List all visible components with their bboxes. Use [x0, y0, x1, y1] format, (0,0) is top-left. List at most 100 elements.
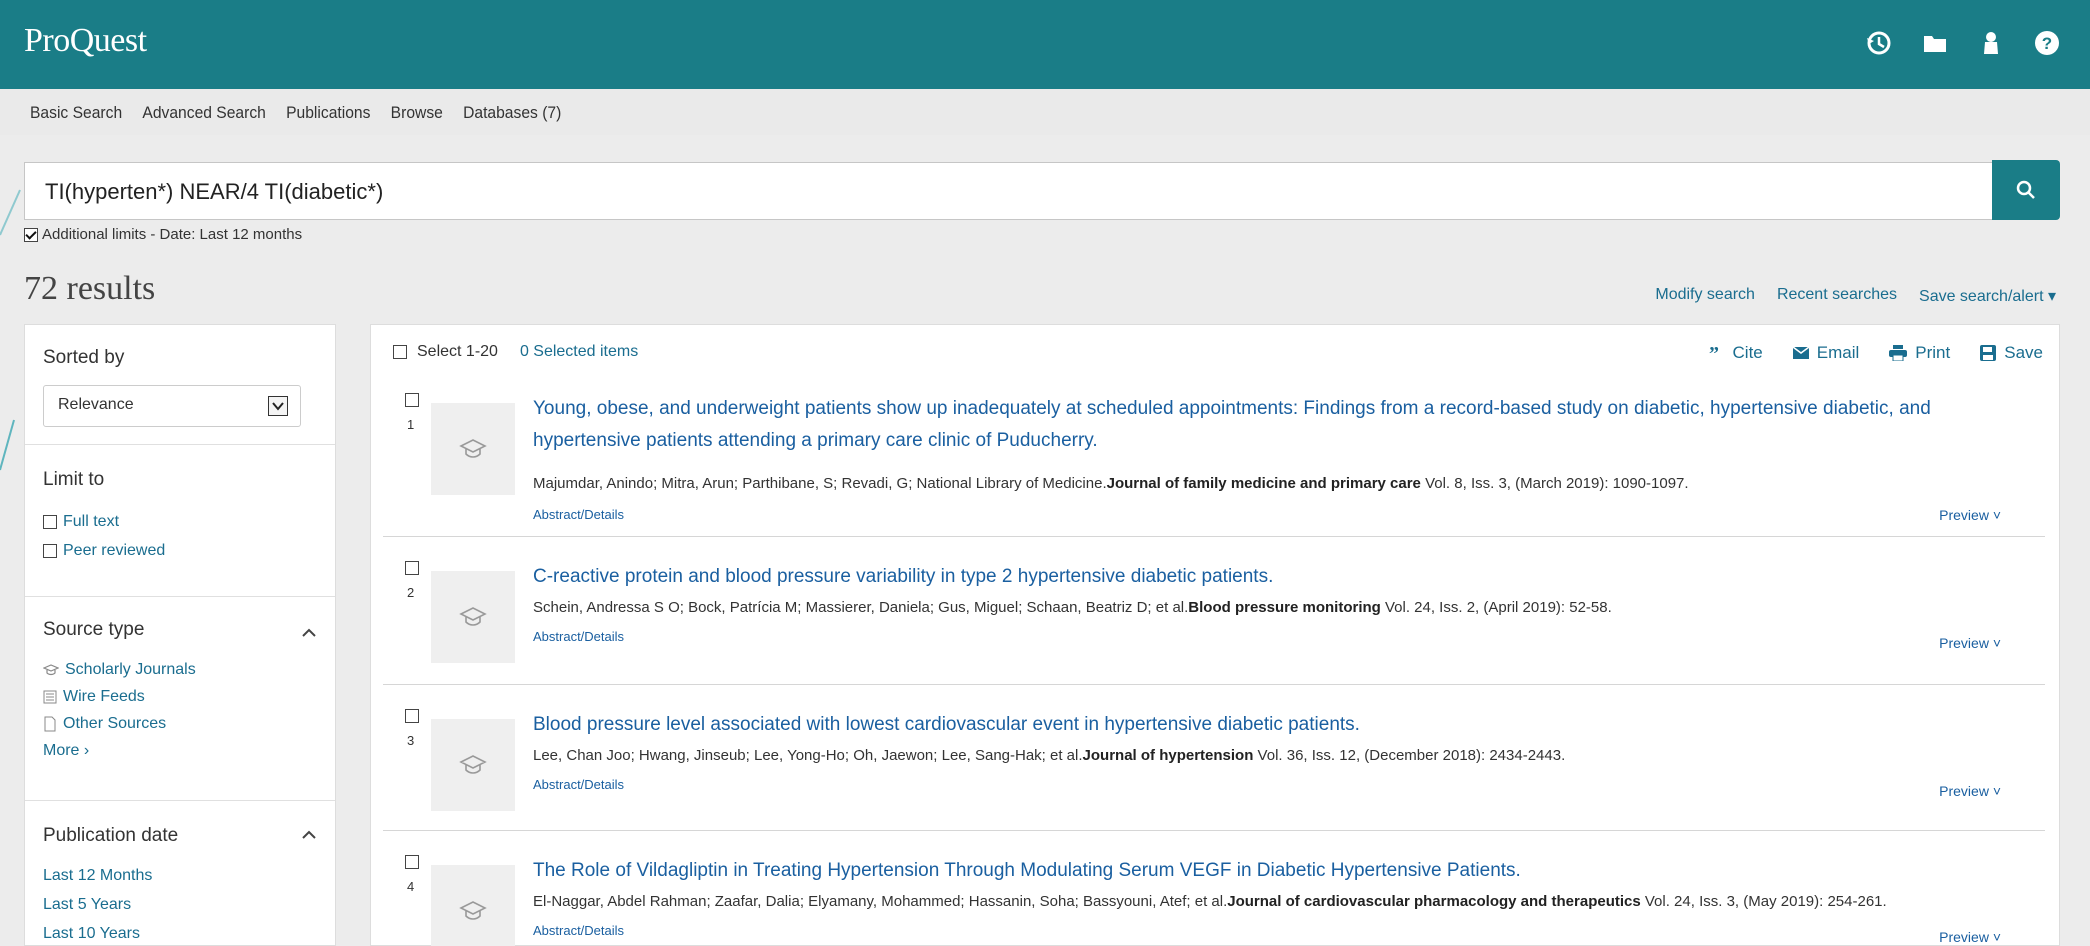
source-scholarly-journals[interactable]: Scholarly Journals — [43, 661, 317, 679]
peer-reviewed-label: Peer reviewed — [63, 542, 166, 559]
result-authors: Lee, Chan Joo; Hwang, Jinseub; Lee, Yong… — [533, 747, 1083, 764]
email-button[interactable]: Email — [1792, 343, 1860, 363]
abstract-details-link[interactable]: Abstract/Details — [533, 777, 624, 792]
result-details: Vol. 24, Iss. 2, (April 2019): 52-58. — [1380, 599, 1612, 616]
peer-reviewed-filter[interactable]: Peer reviewed — [43, 542, 317, 560]
email-label: Email — [1816, 343, 1860, 362]
result-citation: Schein, Andressa S O; Bock, Patrícia M; … — [533, 599, 1612, 616]
result-journal[interactable]: Journal of hypertension — [1083, 747, 1254, 764]
result-item: 2 C-reactive protein and blood pressure … — [383, 561, 2045, 685]
select-bar: Select 1-20 0 Selected items — [393, 343, 638, 361]
more-sources-link[interactable]: More › — [43, 742, 317, 760]
nav-publications[interactable]: Publications — [286, 103, 370, 123]
source-other-sources[interactable]: Other Sources — [43, 715, 317, 733]
history-icon[interactable] — [1864, 28, 1894, 58]
proquest-logo[interactable]: ProQuest — [24, 22, 147, 60]
collapse-caret-icon[interactable] — [301, 827, 317, 845]
date-last-5-years[interactable]: Last 5 Years — [43, 896, 317, 914]
result-title-link[interactable]: C-reactive protein and blood pressure va… — [533, 561, 2013, 593]
limit-to-label: Limit to — [43, 469, 105, 490]
result-tools: ” Cite Email Print Save — [1709, 343, 2043, 363]
preview-link[interactable]: Preview ˅ — [1939, 635, 2001, 651]
header-icons: ? — [1864, 28, 2062, 58]
quote-icon: ” — [1709, 346, 1719, 360]
modify-search-link[interactable]: Modify search — [1655, 286, 1755, 306]
result-thumbnail[interactable] — [431, 571, 515, 663]
nav-browse[interactable]: Browse — [391, 103, 443, 123]
peer-reviewed-checkbox[interactable] — [43, 544, 57, 558]
result-citation: Lee, Chan Joo; Hwang, Jinseub; Lee, Yong… — [533, 747, 1565, 764]
header-bar: ProQuest ? — [0, 0, 2090, 89]
wire-feed-icon — [43, 690, 57, 704]
full-text-filter[interactable]: Full text — [43, 513, 317, 531]
result-thumbnail[interactable] — [431, 865, 515, 946]
full-text-checkbox[interactable] — [43, 515, 57, 529]
result-thumbnail[interactable] — [431, 719, 515, 811]
result-checkbox[interactable] — [405, 561, 419, 575]
result-journal[interactable]: Journal of family medicine and primary c… — [1107, 475, 1421, 492]
sort-value: Relevance — [58, 396, 134, 413]
additional-limits: Additional limits - Date: Last 12 months — [24, 226, 302, 243]
help-icon[interactable]: ? — [2032, 28, 2062, 58]
additional-limits-label: Additional limits - Date: Last 12 months — [42, 226, 303, 243]
result-number: 1 — [407, 417, 415, 432]
floppy-disk-icon — [1980, 345, 1997, 361]
graduation-cap-icon — [459, 901, 487, 920]
abstract-details-link[interactable]: Abstract/Details — [533, 923, 624, 938]
preview-link[interactable]: Preview ˅ — [1939, 929, 2001, 945]
source-type-section: Source type Scholarly Journals Wire Feed… — [25, 597, 335, 801]
result-number: 4 — [407, 879, 415, 894]
print-label: Print — [1915, 343, 1951, 362]
nav-advanced-search[interactable]: Advanced Search — [142, 103, 265, 123]
result-authors: Majumdar, Anindo; Mitra, Arun; Parthiban… — [533, 475, 1107, 492]
dropdown-arrow-icon — [268, 396, 288, 416]
result-title-link[interactable]: The Role of Vildagliptin in Treating Hyp… — [533, 855, 2013, 887]
save-button[interactable]: Save — [1980, 343, 2043, 363]
preview-link[interactable]: Preview ˅ — [1939, 507, 2001, 523]
nav-basic-search[interactable]: Basic Search — [30, 103, 122, 123]
result-title-link[interactable]: Blood pressure level associated with low… — [533, 709, 2013, 741]
result-citation: Majumdar, Anindo; Mitra, Arun; Parthiban… — [533, 475, 1689, 492]
save-search-alert-link[interactable]: Save search/alert ▾ — [1919, 286, 2056, 306]
select-all-checkbox[interactable] — [393, 345, 407, 359]
date-last-10-years[interactable]: Last 10 Years — [43, 925, 317, 943]
abstract-details-link[interactable]: Abstract/Details — [533, 629, 624, 644]
folder-icon[interactable] — [1920, 28, 1950, 58]
recent-searches-link[interactable]: Recent searches — [1777, 286, 1897, 306]
cite-label: Cite — [1732, 343, 1763, 362]
result-journal[interactable]: Blood pressure monitoring — [1188, 599, 1381, 616]
sorted-by-label: Sorted by — [43, 347, 125, 368]
result-authors: Schein, Andressa S O; Bock, Patrícia M; … — [533, 599, 1189, 616]
user-icon[interactable] — [1976, 28, 2006, 58]
additional-limits-checkbox[interactable] — [24, 227, 38, 242]
selected-items-link[interactable]: 0 Selected items — [520, 343, 638, 361]
date-last-12-months[interactable]: Last 12 Months — [43, 867, 317, 885]
search-button[interactable] — [1992, 160, 2060, 220]
filter-sidebar: Sorted by Relevance Limit to Full text P… — [24, 324, 336, 946]
envelope-icon — [1792, 347, 1809, 359]
abstract-details-link[interactable]: Abstract/Details — [533, 507, 624, 522]
search-input[interactable]: TI(hyperten*) NEAR/4 TI(diabetic*) — [24, 162, 1992, 220]
cite-button[interactable]: ” Cite — [1709, 343, 1763, 363]
preview-link[interactable]: Preview ˅ — [1939, 783, 2001, 799]
nav-databases[interactable]: Databases (7) — [463, 103, 561, 123]
svg-text:?: ? — [2042, 34, 2052, 53]
result-checkbox[interactable] — [405, 393, 419, 407]
graduation-cap-icon — [459, 607, 487, 626]
select-range-label[interactable]: Select 1-20 — [417, 343, 498, 361]
document-icon — [44, 716, 56, 732]
source-scholarly-label: Scholarly Journals — [65, 661, 196, 678]
result-details: Vol. 24, Iss. 3, (May 2019): 254-261. — [1640, 893, 1887, 910]
result-journal[interactable]: Journal of cardiovascular pharmacology a… — [1227, 893, 1640, 910]
result-thumbnail[interactable] — [431, 403, 515, 495]
results-panel: Select 1-20 0 Selected items ” Cite Emai… — [370, 324, 2060, 946]
result-title-link[interactable]: Young, obese, and underweight patients s… — [533, 393, 2013, 457]
sort-select[interactable]: Relevance — [43, 385, 301, 427]
publication-date-section: Publication date Last 12 Months Last 5 Y… — [25, 801, 335, 946]
graduation-cap-icon — [43, 664, 59, 676]
source-wire-feeds[interactable]: Wire Feeds — [43, 688, 317, 706]
result-checkbox[interactable] — [405, 709, 419, 723]
collapse-caret-icon[interactable] — [301, 625, 317, 643]
result-checkbox[interactable] — [405, 855, 419, 869]
print-button[interactable]: Print — [1889, 343, 1950, 363]
